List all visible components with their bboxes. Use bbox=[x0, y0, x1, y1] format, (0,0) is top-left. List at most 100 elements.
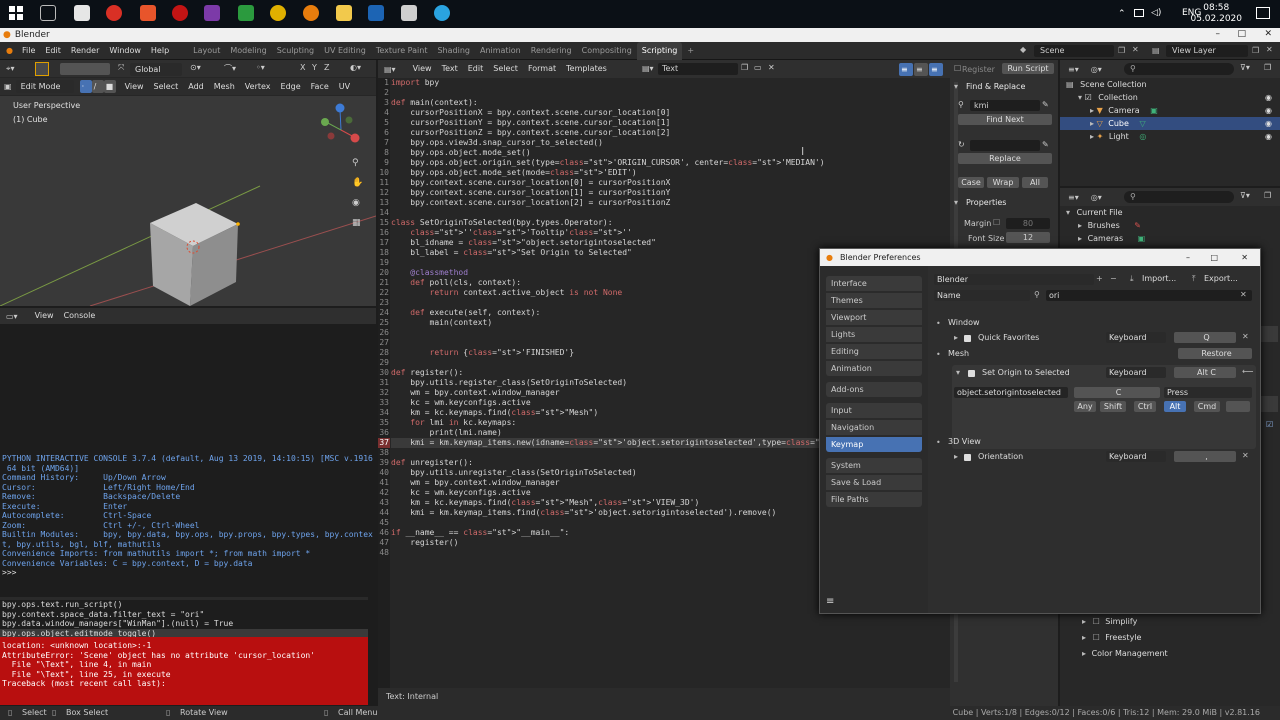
menu-help[interactable]: Help bbox=[146, 42, 174, 60]
app-icon[interactable] bbox=[238, 5, 254, 21]
find-input[interactable]: kmi bbox=[970, 100, 1040, 111]
preferences-window[interactable]: ● Blender Preferences – □ ✕ Interface Th… bbox=[819, 248, 1261, 614]
tab-compositing[interactable]: Compositing bbox=[577, 42, 637, 60]
margin-checkbox[interactable]: ☐ bbox=[993, 218, 1000, 227]
new-item-icon[interactable]: ❐ bbox=[1264, 191, 1271, 200]
key-binding-field[interactable]: , bbox=[1174, 451, 1236, 462]
edge-select-icon[interactable]: / bbox=[91, 80, 104, 93]
search-icon[interactable]: ⚲ bbox=[1124, 191, 1234, 203]
line-numbers-toggle[interactable]: ≡ bbox=[899, 63, 913, 76]
blender-menu-icon[interactable]: ● bbox=[6, 46, 13, 55]
outliner-item-cube[interactable]: ▸ ▽ Cube ▽ ◉ bbox=[1060, 117, 1280, 130]
find-next-button[interactable]: Find Next bbox=[958, 114, 1052, 125]
expand-icon[interactable]: ▸ bbox=[1082, 649, 1086, 658]
visibility-eye-icon[interactable]: ◉ bbox=[1265, 91, 1272, 104]
tab-texture-paint[interactable]: Texture Paint bbox=[371, 42, 433, 60]
info-log[interactable]: bpy.ops.text.run_script() bpy.context.sp… bbox=[0, 597, 368, 705]
tab-sculpting[interactable]: Sculpting bbox=[272, 42, 319, 60]
map-type-dropdown[interactable]: Keyboard bbox=[1106, 332, 1166, 343]
network-icon[interactable] bbox=[1134, 9, 1144, 17]
display-mode-icon[interactable]: ◎▾ bbox=[1091, 65, 1102, 74]
collection-row[interactable]: ▾ ☑ Collection ◉ bbox=[1060, 91, 1280, 104]
code-line[interactable]: bpy.ops.object.origin_set(type=class="st… bbox=[391, 158, 950, 168]
side-tab[interactable] bbox=[1260, 396, 1278, 412]
task-view-icon[interactable] bbox=[40, 5, 56, 21]
freestyle-checkbox[interactable]: ☐ bbox=[1093, 633, 1100, 642]
editor-type-icon[interactable]: ⌖▾ bbox=[6, 64, 15, 74]
camera-view-icon[interactable]: ◉ bbox=[352, 198, 360, 208]
preferences-titlebar[interactable]: ● Blender Preferences – □ ✕ bbox=[820, 249, 1260, 266]
console-prompt[interactable]: >>> bbox=[2, 568, 374, 578]
pivot-point-icon[interactable]: ⊙▾ bbox=[190, 63, 201, 72]
code-line[interactable]: bpy.ops.object.mode_set() bbox=[391, 148, 950, 158]
code-line[interactable]: def main(context): bbox=[391, 98, 950, 108]
keymap-search-input[interactable]: ori bbox=[1046, 290, 1252, 301]
find-panel-title[interactable]: Find & Replace bbox=[966, 82, 1025, 91]
app-icon[interactable] bbox=[106, 5, 122, 21]
replace-button[interactable]: Replace bbox=[958, 153, 1052, 164]
vertex-select-icon[interactable]: · bbox=[79, 80, 92, 93]
close-icon[interactable]: ✕ bbox=[1241, 249, 1248, 266]
code-line[interactable]: bpy.context.scene.cursor_location[2] = c… bbox=[391, 198, 950, 208]
clear-search-icon[interactable]: ✕ bbox=[1240, 290, 1247, 299]
nav-lights[interactable]: Lights bbox=[826, 327, 922, 342]
scene-collection-row[interactable]: ▤ Scene Collection bbox=[1060, 78, 1280, 91]
console-menu-console[interactable]: Console bbox=[59, 308, 101, 324]
editor-menu-view[interactable]: View bbox=[408, 60, 437, 78]
display-mode-icon[interactable]: ◎▾ bbox=[1091, 193, 1102, 202]
brushes-row[interactable]: ▸ Brushes ✎ bbox=[1060, 219, 1280, 232]
text-editor-type-icon[interactable]: ▤▾ bbox=[384, 65, 396, 74]
scene-selector[interactable]: Scene bbox=[1034, 45, 1114, 57]
syntax-highlight-toggle[interactable]: ≡ bbox=[929, 63, 943, 76]
map-type-dropdown[interactable]: Keyboard bbox=[1106, 451, 1166, 462]
proportional-edit-icon[interactable]: ◦▾ bbox=[256, 63, 265, 72]
tab-scripting[interactable]: Scripting bbox=[636, 41, 683, 60]
app-icon[interactable] bbox=[401, 5, 417, 21]
nav-keymap[interactable]: Keymap bbox=[826, 437, 922, 452]
telegram-icon[interactable] bbox=[434, 5, 450, 21]
selection-mode-buttons[interactable] bbox=[60, 63, 110, 75]
face-select-icon[interactable]: ■ bbox=[103, 80, 116, 93]
tab-modeling[interactable]: Modeling bbox=[225, 42, 271, 60]
nav-editing[interactable]: Editing bbox=[826, 344, 922, 359]
nav-animation[interactable]: Animation bbox=[826, 361, 922, 376]
mirror-x-toggle[interactable]: X bbox=[300, 63, 305, 72]
nav-add-ons[interactable]: Add-ons bbox=[826, 382, 922, 397]
app-icon[interactable] bbox=[140, 5, 156, 21]
wrap-around-toggle[interactable]: Wrap bbox=[987, 177, 1019, 188]
nav-input[interactable]: Input bbox=[826, 403, 922, 418]
mesh-section-label[interactable]: Mesh bbox=[948, 349, 969, 358]
gizmo-x-icon[interactable] bbox=[350, 133, 360, 143]
new-text-icon[interactable]: ❐ bbox=[741, 63, 748, 72]
freestyle-row[interactable]: ▸ ☐ Freestyle bbox=[1082, 631, 1141, 644]
zoom-icon[interactable]: ⚲ bbox=[352, 158, 359, 168]
menu-file[interactable]: File bbox=[17, 42, 40, 60]
expand-icon[interactable]: ▾ bbox=[1078, 93, 1082, 102]
checkbox-icon[interactable]: ☑ bbox=[1266, 420, 1273, 429]
file-explorer-icon[interactable] bbox=[336, 5, 352, 21]
code-line[interactable]: bpy.context.scene.cursor_location[1] = c… bbox=[391, 188, 950, 198]
window-section-label[interactable]: Window bbox=[948, 318, 980, 327]
code-line[interactable] bbox=[391, 208, 950, 218]
outliner[interactable]: ≡▾ ◎▾ ⚲ ⊽▾ ❐ ▤ Scene Collection ▾ ☑ Coll… bbox=[1060, 60, 1280, 186]
replace-input[interactable] bbox=[970, 140, 1040, 151]
photoshop-icon[interactable] bbox=[368, 5, 384, 21]
visibility-eye-icon[interactable]: ◉ bbox=[1265, 130, 1272, 143]
code-line[interactable]: bpy.context.scene.cursor_location[0] = c… bbox=[391, 178, 950, 188]
console-editor-type-icon[interactable]: ▭▾ bbox=[6, 312, 18, 321]
outliner-editor-icon[interactable]: ≡▾ bbox=[1068, 65, 1079, 74]
console-menu-view[interactable]: View bbox=[30, 308, 59, 324]
find-eyedropper-icon[interactable]: ✎ bbox=[1042, 100, 1049, 109]
menu-edit[interactable]: Edit bbox=[40, 42, 66, 60]
chrome-icon[interactable] bbox=[270, 5, 286, 21]
notifications-icon[interactable] bbox=[1256, 7, 1270, 19]
event-value-dropdown[interactable]: Press bbox=[1164, 387, 1252, 398]
expand-icon[interactable]: ▸ bbox=[1082, 617, 1086, 626]
editor-menu-select[interactable]: Select bbox=[488, 60, 523, 78]
find-panel-chevron-icon[interactable]: ▾ bbox=[954, 82, 958, 91]
expand-icon[interactable]: ▸ bbox=[1090, 132, 1094, 141]
mode-dropdown[interactable]: Edit Mode bbox=[15, 80, 74, 93]
run-script-button[interactable]: Run Script bbox=[1002, 63, 1054, 74]
import-button[interactable]: Import... bbox=[1142, 274, 1176, 283]
expand-icon[interactable]: ▸ bbox=[1078, 234, 1082, 243]
